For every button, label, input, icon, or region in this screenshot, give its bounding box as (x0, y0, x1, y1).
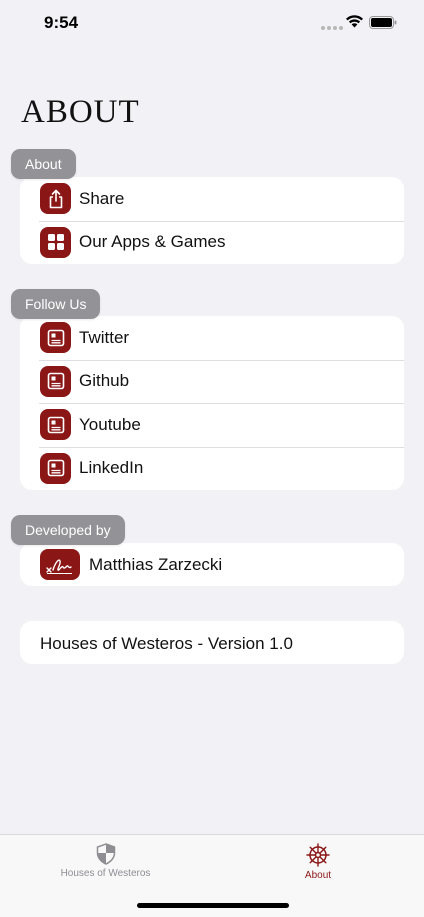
share-row[interactable]: Share (20, 177, 404, 221)
status-bar: 9:54 (0, 0, 424, 48)
section-badge-developed-by: Developed by (11, 515, 125, 545)
github-label: Github (79, 371, 130, 391)
tab-about-label: About (304, 870, 332, 881)
github-row[interactable]: Github (20, 359, 404, 404)
share-icon (40, 183, 71, 215)
home-indicator (137, 903, 289, 908)
twitter-label: Twitter (79, 327, 130, 347)
profile-card-icon (40, 322, 71, 354)
youtube-label: Youtube (79, 414, 141, 434)
section-badge-follow-us: Follow Us (11, 289, 101, 319)
twitter-row[interactable]: Twitter (20, 316, 404, 360)
section-badge-about: About (11, 149, 76, 179)
status-time: 9:54 (44, 13, 79, 32)
developer-name: Matthias Zarzecki (89, 554, 223, 574)
cellular-signal-icon (321, 26, 343, 30)
profile-card-icon (40, 409, 71, 441)
youtube-row[interactable]: Youtube (20, 403, 404, 447)
apps-games-label: Our Apps & Games (79, 232, 226, 252)
battery-icon (369, 16, 397, 29)
shield-icon (96, 843, 115, 865)
tab-about[interactable]: About (298, 843, 338, 881)
version-card: Houses of Westeros - Version 1.0 (20, 621, 404, 664)
page-title: ABOUT (21, 94, 140, 130)
profile-card-icon (40, 452, 71, 484)
linkedin-label: LinkedIn (79, 458, 144, 478)
grid-icon (40, 226, 71, 258)
version-text: Houses of Westeros - Version 1.0 (40, 634, 293, 653)
profile-card-icon (40, 365, 71, 397)
follow-us-card: Twitter Github Youtube LinkedIn (20, 316, 404, 490)
ship-wheel-icon (306, 843, 330, 867)
linkedin-row[interactable]: LinkedIn (20, 446, 404, 491)
apps-games-row[interactable]: Our Apps & Games (20, 220, 404, 265)
tab-houses-label: Houses of Westeros (60, 868, 151, 879)
signature-icon (40, 549, 80, 581)
developer-card: Matthias Zarzecki (20, 543, 404, 586)
share-label: Share (79, 188, 125, 208)
tab-houses-of-westeros[interactable]: Houses of Westeros (52, 843, 159, 879)
wifi-icon (346, 15, 363, 28)
developer-row[interactable]: Matthias Zarzecki (20, 543, 404, 587)
about-card: Share Our Apps & Games (20, 177, 404, 264)
